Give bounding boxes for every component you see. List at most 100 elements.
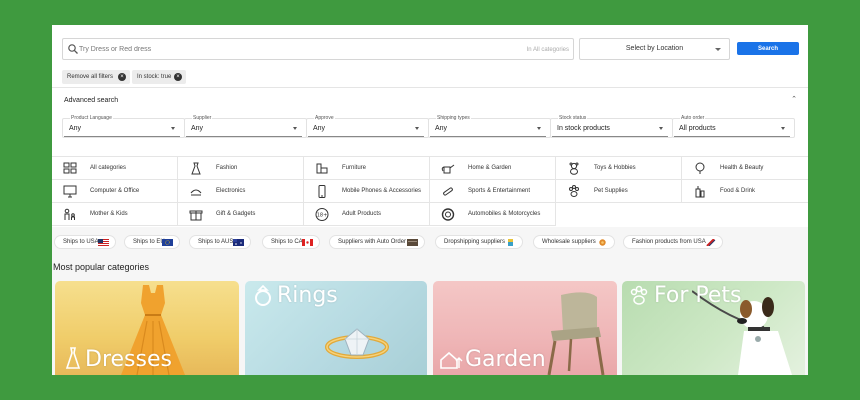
dress-icon: [191, 162, 201, 175]
chevron-up-icon[interactable]: ⌃: [791, 95, 797, 103]
caret-down-icon: [537, 127, 541, 130]
wholesale-icon: [599, 239, 606, 246]
tag-ships-eu[interactable]: Ships to EU: [124, 235, 180, 249]
tag-fashion-usa[interactable]: Fashion products from USA: [623, 235, 723, 249]
search-icon: [68, 44, 78, 54]
popular-categories-title: Most popular categories: [53, 262, 150, 272]
category-adult-products[interactable]: 18+ Adult Products: [304, 203, 430, 226]
category-food-drink[interactable]: Food & Drink: [682, 180, 808, 203]
filter-value: All products: [679, 125, 716, 132]
in-stock-chip[interactable]: In stock: true ×: [132, 70, 186, 84]
tag-label: Dropshipping suppliers: [444, 239, 506, 245]
card-rings[interactable]: Rings: [245, 281, 427, 375]
18-plus-icon: 18+: [315, 208, 329, 221]
close-icon[interactable]: ×: [118, 73, 126, 81]
caret-down-icon: [659, 127, 663, 130]
card-title: For Pets: [654, 283, 742, 308]
filter-product-language[interactable]: Product Language Any: [64, 115, 180, 137]
caret-down-icon: [171, 127, 175, 130]
search-row: In All categories Select by Location Sea…: [62, 38, 802, 60]
remove-all-filters-chip[interactable]: Remove all filters ×: [62, 70, 130, 84]
category-label: Adult Products: [342, 211, 382, 217]
filter-label: Supplier: [192, 115, 213, 121]
ring-image: [325, 328, 389, 359]
usa-flag-icon: [98, 239, 109, 246]
category-label: All categories: [90, 165, 127, 171]
category-electronics[interactable]: Electronics: [178, 180, 304, 203]
category-all[interactable]: All categories: [52, 157, 178, 180]
category-mother-kids[interactable]: Mother & Kids: [52, 203, 178, 226]
usa-fashion-icon: [706, 239, 716, 246]
filter-value: Any: [435, 125, 448, 132]
divider: [52, 87, 808, 88]
tag-ships-aus[interactable]: Ships to AUS: [189, 235, 251, 249]
filter-stock-status[interactable]: Stock status In stock products: [552, 115, 668, 137]
filter-value: Any: [313, 125, 326, 132]
search-button[interactable]: Search: [737, 42, 799, 55]
grid-icon: [63, 162, 77, 174]
ca-flag-icon: [302, 239, 313, 246]
tag-ships-usa[interactable]: Ships to USA: [54, 235, 116, 249]
category-label: Furniture: [342, 165, 367, 171]
electronics-icon: [190, 189, 202, 196]
tag-label: Wholesale suppliers: [542, 239, 596, 245]
category-label: Food & Drink: [720, 188, 756, 194]
search-scope: In All categories: [526, 47, 569, 53]
tag-label: Ships to AUS: [198, 239, 234, 245]
teddy-bear-icon: [569, 162, 579, 175]
category-gift-gadgets[interactable]: Gift & Gadgets: [178, 203, 304, 226]
card-dresses[interactable]: Dresses: [55, 281, 239, 375]
watering-can-icon: [441, 164, 455, 174]
category-pet-supplies[interactable]: Pet Supplies: [556, 180, 682, 203]
tag-dropshipping[interactable]: Dropshipping suppliers: [435, 235, 523, 249]
filter-auto-order[interactable]: Auto order All products: [674, 115, 790, 137]
search-input[interactable]: [79, 41, 499, 57]
card-garden[interactable]: Garden: [433, 281, 617, 375]
caret-down-icon: [781, 127, 785, 130]
category-sports[interactable]: Sports & Entertainment: [430, 180, 556, 203]
card-title: Rings: [277, 283, 338, 308]
category-label: Mother & Kids: [90, 211, 128, 217]
tag-label: Ships to USA: [63, 239, 99, 245]
category-label: Fashion: [216, 165, 238, 171]
location-select-label: Select by Location: [625, 45, 684, 52]
tag-label: Ships to EU: [133, 239, 165, 245]
category-home-garden[interactable]: Home & Garden: [430, 157, 556, 180]
category-health-beauty[interactable]: Health & Beauty: [682, 157, 808, 180]
ring-icon: [255, 285, 271, 306]
paw-icon: [569, 185, 579, 197]
filter-label: Approve: [314, 115, 335, 121]
card-title: Garden: [465, 347, 546, 372]
eu-flag-icon: [162, 239, 173, 246]
filter-supplier[interactable]: Supplier Any: [186, 115, 302, 137]
skateboard-icon: [443, 187, 453, 196]
location-select[interactable]: Select by Location: [579, 38, 730, 60]
category-furniture[interactable]: Furniture: [304, 157, 430, 180]
tag-ships-ca[interactable]: Ships to CA: [262, 235, 320, 249]
caret-down-icon: [293, 127, 297, 130]
tag-wholesale[interactable]: Wholesale suppliers: [533, 235, 615, 249]
category-fashion[interactable]: Fashion: [178, 157, 304, 180]
search-box[interactable]: In All categories: [62, 38, 574, 60]
mother-kid-icon: [64, 208, 75, 220]
svg-text:18+: 18+: [317, 213, 328, 219]
search-panel: In All categories Select by Location Sea…: [52, 25, 808, 375]
garden-icon: [440, 351, 463, 369]
tag-label: Fashion products from USA: [632, 239, 706, 245]
category-computer-office[interactable]: Computer & Office: [52, 180, 178, 203]
filter-value: Any: [69, 125, 82, 132]
aus-flag-icon: [233, 239, 244, 246]
filter-shipping-types[interactable]: Shipping types Any: [430, 115, 546, 137]
category-toys-hobbies[interactable]: Toys & Hobbies: [556, 157, 682, 180]
chevron-down-icon: [715, 48, 721, 51]
card-for-pets[interactable]: For Pets: [622, 281, 805, 375]
tag-auto-order[interactable]: Suppliers with Auto Order: [329, 235, 425, 249]
category-automobiles[interactable]: Automobiles & Motorcycles: [430, 203, 556, 226]
category-label: Health & Beauty: [720, 165, 764, 171]
filter-approve[interactable]: Approve Any: [308, 115, 424, 137]
chip-label: In stock: true: [137, 74, 172, 80]
close-icon[interactable]: ×: [174, 73, 182, 81]
dress-icon: [65, 347, 81, 369]
category-mobile-phones[interactable]: Mobile Phones & Accessories: [304, 180, 430, 203]
filter-label: Auto order: [680, 115, 706, 121]
